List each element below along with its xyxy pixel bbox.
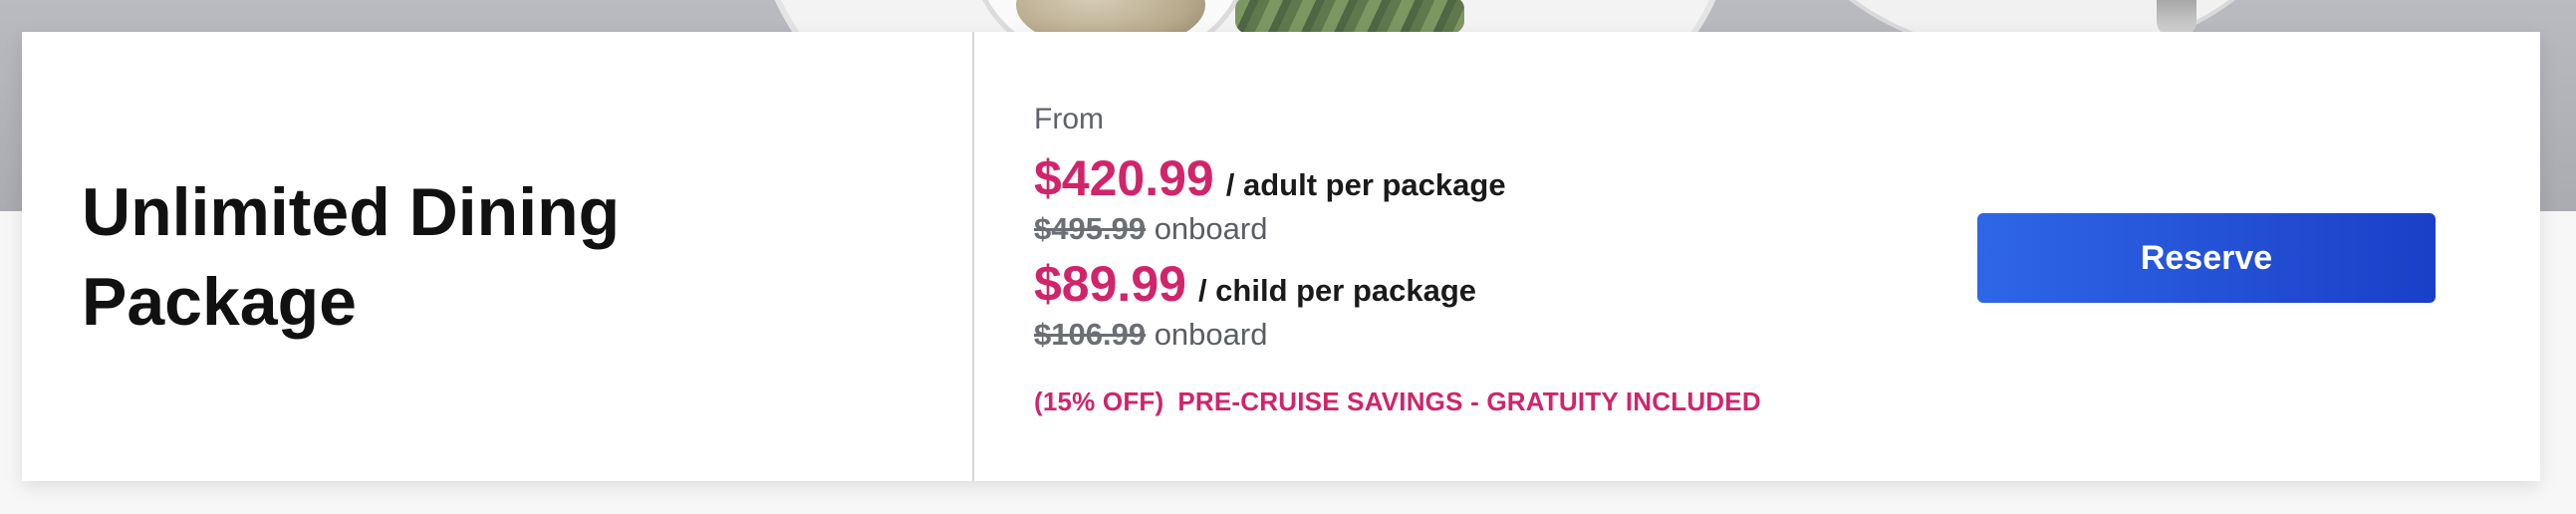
package-title-pane: Unlimited Dining Package bbox=[22, 32, 974, 481]
adult-original-price: $495.99 bbox=[1034, 211, 1147, 246]
reserve-button[interactable]: Reserve bbox=[1977, 213, 2436, 303]
child-onboard-label: onboard bbox=[1154, 317, 1268, 352]
adult-price-row: $420.99 / adult per package bbox=[1034, 149, 1761, 207]
child-onboard-row: $106.99 onboard bbox=[1034, 315, 1761, 355]
savings-banner: (15% OFF) PRE-CRUISE SAVINGS - GRATUITY I… bbox=[1034, 386, 1761, 417]
fork-image bbox=[2157, 0, 2196, 36]
package-title: Unlimited Dining Package bbox=[82, 173, 621, 340]
child-price-row: $89.99 / child per package bbox=[1034, 255, 1761, 313]
package-card: Unlimited Dining Package From $420.99 / … bbox=[22, 32, 2540, 481]
discount-label: (15% OFF) bbox=[1034, 386, 1164, 416]
adult-price: $420.99 bbox=[1034, 150, 1214, 206]
pricing-pane: From $420.99 / adult per package $495.99… bbox=[974, 32, 2540, 481]
adult-onboard-row: $495.99 onboard bbox=[1034, 209, 1761, 249]
from-label: From bbox=[1034, 103, 1104, 135]
child-price: $89.99 bbox=[1034, 256, 1186, 312]
child-per-label: / child per package bbox=[1197, 273, 1477, 308]
adult-onboard-label: onboard bbox=[1154, 211, 1268, 246]
adult-per-label: / adult per package bbox=[1225, 167, 1506, 202]
child-original-price: $106.99 bbox=[1034, 317, 1147, 352]
savings-label: PRE-CRUISE SAVINGS - GRATUITY INCLUDED bbox=[1177, 386, 1761, 416]
pricing-block: From $420.99 / adult per package $495.99… bbox=[1034, 102, 1761, 417]
